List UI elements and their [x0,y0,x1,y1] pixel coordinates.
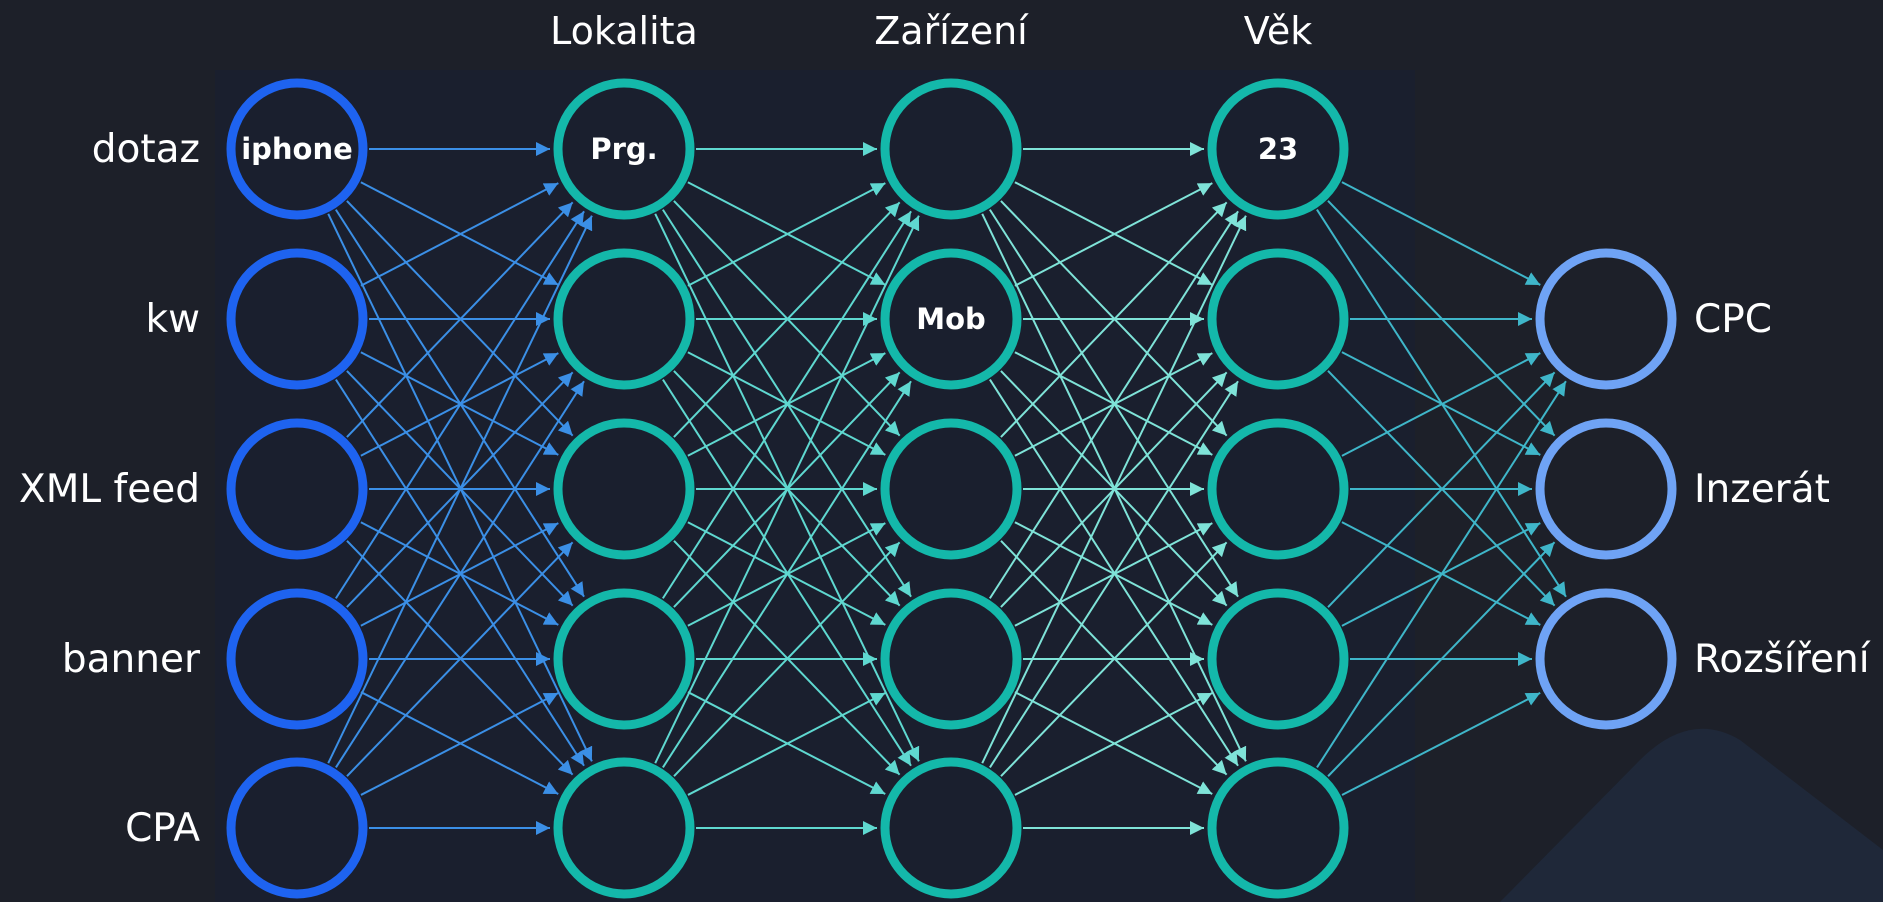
output-label-3: Rozšíření [1694,637,1871,682]
column-title-vek: Věk [1244,9,1312,53]
input-label-1: dotaz [92,127,200,172]
node-text-zarizeni-2: Mob [916,302,986,336]
input-label-3: XML feed [19,467,200,512]
input-label-5: CPA [125,806,200,851]
column-title-zarizeni: Zařízení [874,9,1029,53]
neural-network-diagram: iphone Prg. Mob 23 Lokalita Zařízení Věk dotaz… [0,0,1883,902]
input-label-4: banner [62,637,201,682]
output-label-2: Inzerát [1694,467,1830,512]
node-text-lokalita-1: Prg. [590,132,657,166]
column-title-lokalita: Lokalita [550,9,698,53]
node-text-input-1: iphone [241,132,353,166]
output-label-1: CPC [1694,297,1772,342]
node-text-vek-1: 23 [1258,132,1298,166]
input-label-2: kw [146,297,200,342]
